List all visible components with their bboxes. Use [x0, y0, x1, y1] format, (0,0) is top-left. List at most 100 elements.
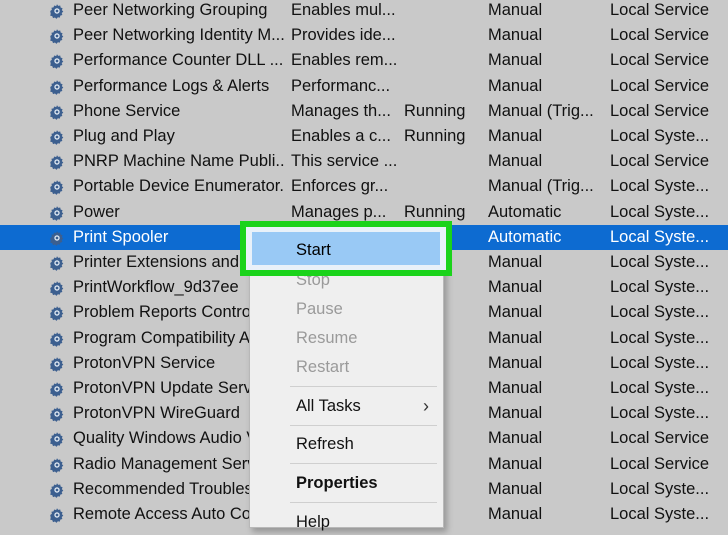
service-row[interactable]: Plug and Play Enables a c... Running Manual…	[0, 124, 728, 149]
menu-item-restart[interactable]: Restart	[296, 354, 349, 380]
service-log-on-as: Local Syste...	[610, 127, 710, 145]
service-description: Provides ide...	[291, 26, 396, 45]
service-log-on-as: Local Service	[610, 429, 710, 448]
service-row[interactable]: Phone Service Manages th... Running Manual …	[0, 99, 728, 124]
menu-item-start[interactable]: Start	[296, 237, 331, 263]
service-row[interactable]: Portable Device Enumerator... Enforces gr…	[0, 174, 728, 199]
menu-item-help[interactable]: Help	[296, 509, 330, 535]
service-row[interactable]: Peer Networking Identity M... Provides id…	[0, 23, 728, 48]
service-startup-type: Manual (Trig...	[488, 177, 594, 196]
gear-icon	[48, 355, 66, 373]
service-log-on-as: Local Syste...	[610, 303, 710, 322]
gear-icon	[48, 229, 66, 247]
menu-item-properties[interactable]: Properties	[296, 470, 378, 496]
service-name: Portable Device Enumerator...	[73, 177, 285, 196]
service-log-on-as: Local Service	[610, 26, 710, 45]
menu-item-refresh[interactable]: Refresh	[296, 431, 354, 457]
gear-icon	[48, 279, 66, 297]
gear-icon	[48, 254, 66, 272]
service-startup-type: Manual	[488, 76, 543, 95]
service-description: Manages th...	[291, 101, 391, 120]
service-startup-type: Manual	[488, 328, 543, 347]
start-hover-background	[252, 232, 440, 265]
service-startup-type: Manual	[488, 353, 543, 372]
service-startup-type: Manual	[488, 51, 543, 70]
service-log-on-as: Local Syste...	[610, 227, 710, 246]
service-name: Performance Logs & Alerts	[73, 76, 270, 95]
gear-icon	[48, 405, 66, 423]
service-description: Enforces gr...	[291, 177, 389, 196]
gear-icon	[48, 430, 66, 448]
service-description: Enables mul...	[291, 1, 396, 19]
gear-icon	[48, 78, 66, 96]
gear-icon	[48, 481, 66, 499]
service-log-on-as: Local Syste...	[610, 177, 710, 196]
service-log-on-as: Local Syste...	[610, 202, 710, 221]
menu-separator	[290, 386, 437, 387]
gear-icon	[48, 380, 66, 398]
service-startup-type: Manual	[488, 429, 543, 448]
service-log-on-as: Local Service	[610, 1, 710, 19]
service-startup-type: Manual	[488, 253, 543, 271]
service-log-on-as: Local Syste...	[610, 353, 710, 372]
gear-icon	[48, 27, 66, 45]
service-startup-type: Manual	[488, 127, 543, 145]
service-startup-type: Manual	[488, 505, 543, 523]
menu-separator	[290, 502, 437, 503]
service-startup-type: Manual	[488, 379, 543, 397]
service-row[interactable]: Peer Networking Grouping Enables mul... Ma…	[0, 0, 728, 23]
gear-icon	[48, 178, 66, 196]
service-startup-type: Manual	[488, 278, 543, 297]
gear-icon	[48, 153, 66, 171]
gear-icon	[48, 103, 66, 121]
service-startup-type: Manual (Trig...	[488, 101, 594, 120]
service-log-on-as: Local Service	[610, 454, 710, 473]
gear-icon	[48, 52, 66, 70]
service-startup-type: Automatic	[488, 202, 562, 221]
gear-icon	[48, 304, 66, 322]
service-startup-type: Manual	[488, 26, 543, 45]
service-description: This service ...	[291, 152, 397, 171]
service-log-on-as: Local Syste...	[610, 479, 710, 498]
menu-item-pause[interactable]: Pause	[296, 296, 343, 322]
menu-item-all-tasks[interactable]: All Tasks	[296, 393, 436, 419]
service-log-on-as: Local Syste...	[610, 328, 710, 347]
service-log-on-as: Local Service	[610, 76, 710, 95]
menu-item-resume[interactable]: Resume	[296, 325, 357, 351]
service-name: Peer Networking Identity M...	[73, 26, 285, 45]
service-startup-type: Manual	[488, 303, 543, 322]
gear-icon	[48, 330, 66, 348]
service-name: Performance Counter DLL ...	[73, 51, 284, 70]
service-name: Peer Networking Grouping	[73, 1, 268, 19]
menu-separator	[290, 463, 437, 464]
service-log-on-as: Local Syste...	[610, 505, 710, 523]
gear-icon	[48, 456, 66, 474]
service-status: Running	[404, 101, 466, 120]
service-startup-type: Manual	[488, 479, 543, 498]
service-log-on-as: Local Syste...	[610, 379, 710, 397]
service-name: Phone Service	[73, 101, 181, 120]
service-name: PNRP Machine Name Publi...	[73, 152, 285, 171]
service-description: Performanc...	[291, 76, 391, 95]
service-name: Plug and Play	[73, 127, 175, 145]
service-row[interactable]: Performance Counter DLL ... Enables rem..…	[0, 48, 728, 73]
service-startup-type: Manual	[488, 404, 543, 423]
gear-icon	[48, 2, 66, 20]
gear-icon	[48, 506, 66, 524]
service-description: Enables rem...	[291, 51, 397, 70]
gear-icon	[48, 204, 66, 222]
service-status: Running	[404, 127, 466, 145]
service-startup-type: Automatic	[488, 227, 562, 246]
service-log-on-as: Local Service	[610, 51, 710, 70]
gear-icon	[48, 128, 66, 146]
service-startup-type: Manual	[488, 454, 543, 473]
menu-separator	[290, 425, 437, 426]
service-row[interactable]: PNRP Machine Name Publi... This service .…	[0, 149, 728, 174]
service-startup-type: Manual	[488, 1, 543, 19]
chevron-right-icon: ›	[423, 396, 429, 416]
service-log-on-as: Local Service	[610, 152, 710, 171]
service-log-on-as: Local Syste...	[610, 253, 710, 271]
start-menu-item-highlight	[240, 221, 452, 276]
service-startup-type: Manual	[488, 152, 543, 171]
service-row[interactable]: Performance Logs & Alerts Performanc... Ma…	[0, 74, 728, 99]
